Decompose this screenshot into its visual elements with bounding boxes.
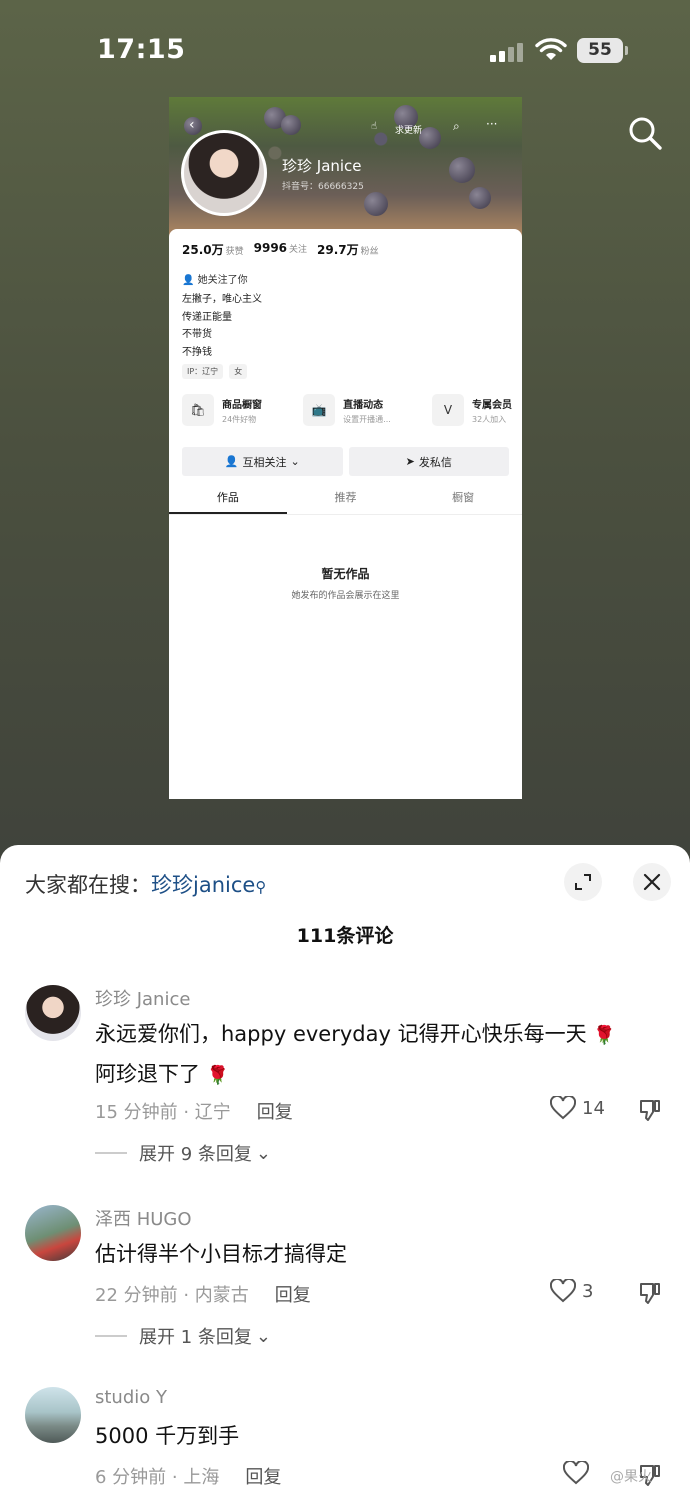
tab-recommend[interactable]: 推荐 bbox=[287, 485, 405, 514]
comment-author[interactable]: 珍珍 Janice bbox=[95, 985, 190, 1011]
like-button[interactable]: 14 bbox=[550, 1096, 605, 1120]
status-bar: 17:15 55 bbox=[0, 0, 690, 100]
stat-followers[interactable]: 29.7万 粉丝 bbox=[317, 241, 379, 258]
empty-subtitle: 她发布的作品会展示在这里 bbox=[291, 591, 400, 601]
v-badge-icon: V bbox=[431, 394, 464, 426]
heart-icon bbox=[563, 1461, 589, 1485]
comment-meta: 6 分钟前 · 上海 回复 bbox=[95, 1467, 282, 1488]
service-live[interactable]: 📺 直播动态 设置开播通... bbox=[303, 394, 391, 426]
trending-search[interactable]: 大家都在搜：珍珍janice⚲ bbox=[25, 869, 266, 899]
service-membership[interactable]: V 专属会员 32人加入 bbox=[431, 394, 512, 426]
person-icon: 👤 bbox=[182, 275, 195, 286]
shopping-bag-icon: 🛍 bbox=[182, 394, 214, 426]
expand-replies-button[interactable]: 展开 9 条回复 ⌄ bbox=[95, 1140, 271, 1166]
search-icon[interactable] bbox=[626, 114, 664, 152]
close-icon bbox=[643, 873, 661, 891]
comment-author[interactable]: studio Y bbox=[95, 1387, 167, 1408]
comment-count: 111条评论 bbox=[296, 925, 394, 947]
expand-replies-button[interactable]: 展开 1 条回复 ⌄ bbox=[95, 1323, 271, 1349]
close-button[interactable] bbox=[633, 863, 671, 901]
profile-bio: 左撇子，唯心主义 传递正能量 不带货 不挣钱 bbox=[182, 294, 262, 358]
service-shop-window[interactable]: 🛍 商品橱窗 24件好物 bbox=[182, 394, 262, 426]
tab-showcase[interactable]: 橱窗 bbox=[404, 485, 522, 514]
like-button[interactable]: 3 bbox=[550, 1279, 593, 1303]
stat-following[interactable]: 9996 关注 bbox=[254, 241, 307, 258]
heart-icon bbox=[550, 1279, 576, 1303]
battery-indicator: 55 bbox=[577, 38, 628, 63]
wifi-icon bbox=[535, 38, 567, 60]
mutual-follow-button[interactable]: 👤 互相关注 ⌄ bbox=[182, 447, 343, 476]
chevron-down-icon: ⌄ bbox=[255, 1142, 271, 1164]
tv-icon: 📺 bbox=[303, 394, 336, 426]
comment-meta: 15 分钟前 · 辽宁 回复 bbox=[95, 1102, 293, 1123]
trending-keyword[interactable]: 珍珍janice bbox=[151, 873, 255, 897]
like-count: 3 bbox=[582, 1280, 594, 1302]
comment-sheet: 大家都在搜：珍珍janice⚲ 111条评论 珍珍 Janice 永远爱你们，h… bbox=[0, 845, 690, 1499]
comment-text: 永远爱你们，happy everyday 记得开心快乐每一天 🌹 阿珍退下了 🌹 bbox=[95, 1022, 616, 1086]
update-request-icon[interactable]: ☝ bbox=[371, 121, 377, 132]
search-icon: ⚲ bbox=[255, 878, 267, 896]
profile-search-icon[interactable]: ⌕ bbox=[453, 119, 460, 134]
profile-action-buttons: 👤 互相关注 ⌄ ➤ 发私信 bbox=[182, 447, 509, 476]
expand-icon bbox=[575, 874, 591, 890]
reply-button[interactable]: 回复 bbox=[275, 1285, 311, 1306]
profile-stats: 25.0万 获赞 9996 关注 29.7万 粉丝 bbox=[182, 241, 379, 258]
reply-button[interactable]: 回复 bbox=[245, 1467, 281, 1488]
profile-tabs: 作品 推荐 橱窗 bbox=[169, 485, 522, 515]
chevron-down-icon: ⌄ bbox=[290, 455, 300, 468]
person-icon: 👤 bbox=[224, 455, 239, 468]
more-icon[interactable]: ··· bbox=[486, 117, 497, 131]
update-request-label[interactable]: 求更新 bbox=[395, 123, 422, 136]
reply-button[interactable]: 回复 bbox=[257, 1102, 293, 1123]
back-icon[interactable]: ‹ bbox=[189, 117, 195, 133]
profile-name: 珍珍 Janice bbox=[282, 157, 362, 175]
avatar[interactable] bbox=[25, 985, 81, 1041]
chevron-down-icon: ⌄ bbox=[255, 1325, 271, 1347]
profile-banner: ‹ ☝ 求更新 ⌕ ··· 珍珍 Janice 抖音号：66666325 bbox=[169, 97, 522, 237]
profile-card: 25.0万 获赞 9996 关注 29.7万 粉丝 👤 她关注了你 左撇子，唯心主义 … bbox=[169, 229, 522, 799]
profile-id: 抖音号：66666325 bbox=[282, 182, 364, 192]
watermark: @果火 bbox=[610, 1469, 652, 1485]
follows-you-label: 👤 她关注了你 bbox=[182, 275, 248, 286]
cellular-signal-icon bbox=[490, 40, 524, 62]
tab-works[interactable]: 作品 bbox=[169, 485, 287, 514]
profile-avatar[interactable] bbox=[181, 130, 267, 216]
send-message-button[interactable]: ➤ 发私信 bbox=[348, 447, 509, 476]
comment-author[interactable]: 泽西 HUGO bbox=[95, 1205, 192, 1231]
empty-title: 暂无作品 bbox=[321, 567, 370, 581]
avatar[interactable] bbox=[25, 1387, 81, 1443]
dislike-icon[interactable] bbox=[638, 1098, 662, 1122]
stat-likes[interactable]: 25.0万 获赞 bbox=[182, 241, 244, 258]
avatar[interactable] bbox=[25, 1205, 81, 1261]
like-button[interactable] bbox=[563, 1461, 589, 1485]
comment-meta: 22 分钟前 · 内蒙古 回复 bbox=[95, 1285, 311, 1306]
ip-tag: IP：辽宁 bbox=[182, 364, 224, 379]
rose-emoji-icon: 🌹 bbox=[593, 1025, 616, 1046]
expand-button[interactable] bbox=[564, 863, 602, 901]
dislike-icon[interactable] bbox=[638, 1281, 662, 1305]
profile-tags: IP：辽宁 女 bbox=[182, 364, 248, 379]
profile-services: 🛍 商品橱窗 24件好物 📺 直播动态 设置开播通... V 专属会员 32人加入 bbox=[182, 394, 512, 426]
gender-tag: 女 bbox=[229, 364, 248, 379]
send-icon: ➤ bbox=[405, 455, 415, 468]
comment-text: 估计得半个小目标才搞得定 bbox=[95, 1242, 347, 1266]
profile-screenshot[interactable]: ‹ ☝ 求更新 ⌕ ··· 珍珍 Janice 抖音号：66666325 25.… bbox=[169, 97, 522, 799]
status-time: 17:15 bbox=[97, 34, 186, 65]
like-count: 14 bbox=[582, 1097, 605, 1119]
rose-emoji-icon: 🌹 bbox=[206, 1065, 230, 1086]
heart-icon bbox=[550, 1096, 576, 1120]
comment-text: 5000 千万到手 bbox=[95, 1424, 240, 1448]
